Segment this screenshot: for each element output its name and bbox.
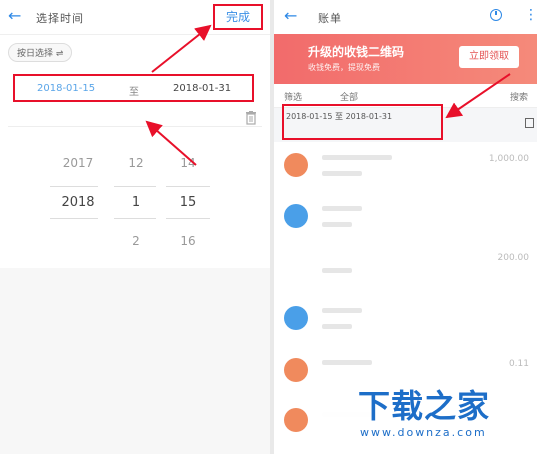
watermark-brand: 下载之家 xyxy=(358,387,491,425)
watermark-site: www.downza.com xyxy=(360,426,487,439)
watermark-logo: 下载之家 www.downza.com xyxy=(322,373,522,449)
arrow-to-done xyxy=(151,24,212,73)
arrow-to-range xyxy=(145,120,197,166)
arrow-to-bill-range xyxy=(445,73,511,119)
